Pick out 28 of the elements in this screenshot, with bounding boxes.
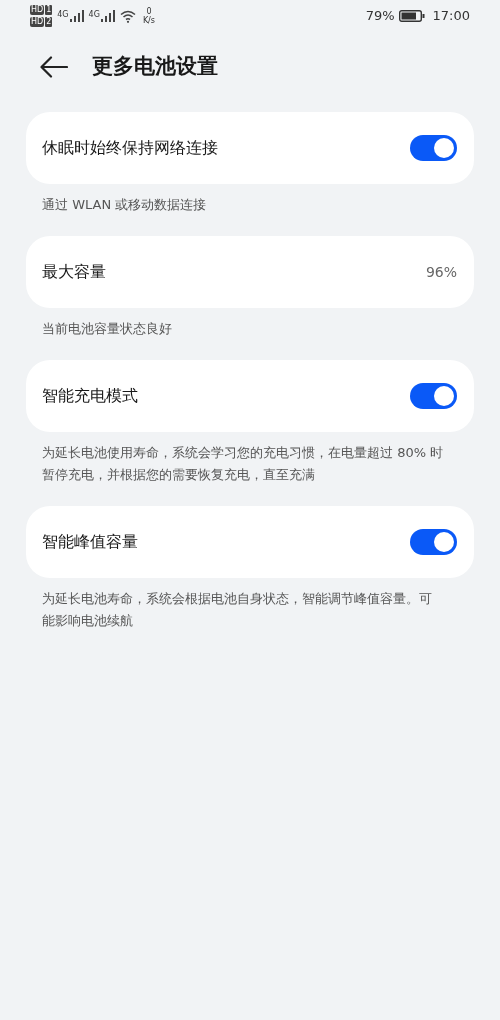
speed-value: 0 bbox=[146, 7, 152, 16]
setting-label: 智能充电模式 bbox=[42, 385, 138, 407]
signal-icon bbox=[69, 10, 84, 22]
network-type: 4G bbox=[57, 10, 69, 19]
setting-caption: 为延长电池使用寿命，系统会学习您的充电习惯，在电量超过 80% 时暂停充电，并根据您的需要恢复充电，直至充满 bbox=[41, 444, 445, 484]
hd-badge: HD bbox=[30, 17, 45, 27]
setting-label: 智能峰值容量 bbox=[42, 531, 138, 553]
network-type: 4G bbox=[88, 10, 100, 19]
setting-caption: 当前电池容量状态良好 bbox=[41, 320, 173, 338]
battery-percentage: 79% bbox=[365, 7, 395, 26]
wifi-icon bbox=[119, 9, 136, 23]
toggle-switch[interactable] bbox=[410, 383, 457, 409]
page-title: 更多电池设置 bbox=[92, 53, 218, 81]
sim-badge: 2 bbox=[45, 17, 53, 27]
setting-caption: 为延长电池寿命，系统会根据电池自身状态，智能调节峰值容量。可能影响电池续航 bbox=[41, 590, 433, 630]
signal-icon bbox=[100, 10, 115, 22]
battery-icon bbox=[398, 10, 425, 22]
hd-badge: HD bbox=[30, 5, 45, 15]
speed-unit: K/s bbox=[142, 16, 155, 25]
setting-label: 最大容量 bbox=[42, 261, 106, 283]
setting-caption: 通过 WLAN 或移动数据连接 bbox=[41, 196, 208, 214]
setting-label: 休眠时始终保持网络连接 bbox=[42, 137, 218, 159]
setting-value: 96% bbox=[425, 262, 457, 282]
clock-time: 17:00 bbox=[432, 7, 470, 26]
toggle-switch[interactable] bbox=[410, 529, 457, 555]
sim-badge: 1 bbox=[45, 5, 53, 15]
toggle-switch[interactable] bbox=[410, 135, 457, 161]
back-arrow-icon[interactable] bbox=[40, 56, 68, 78]
